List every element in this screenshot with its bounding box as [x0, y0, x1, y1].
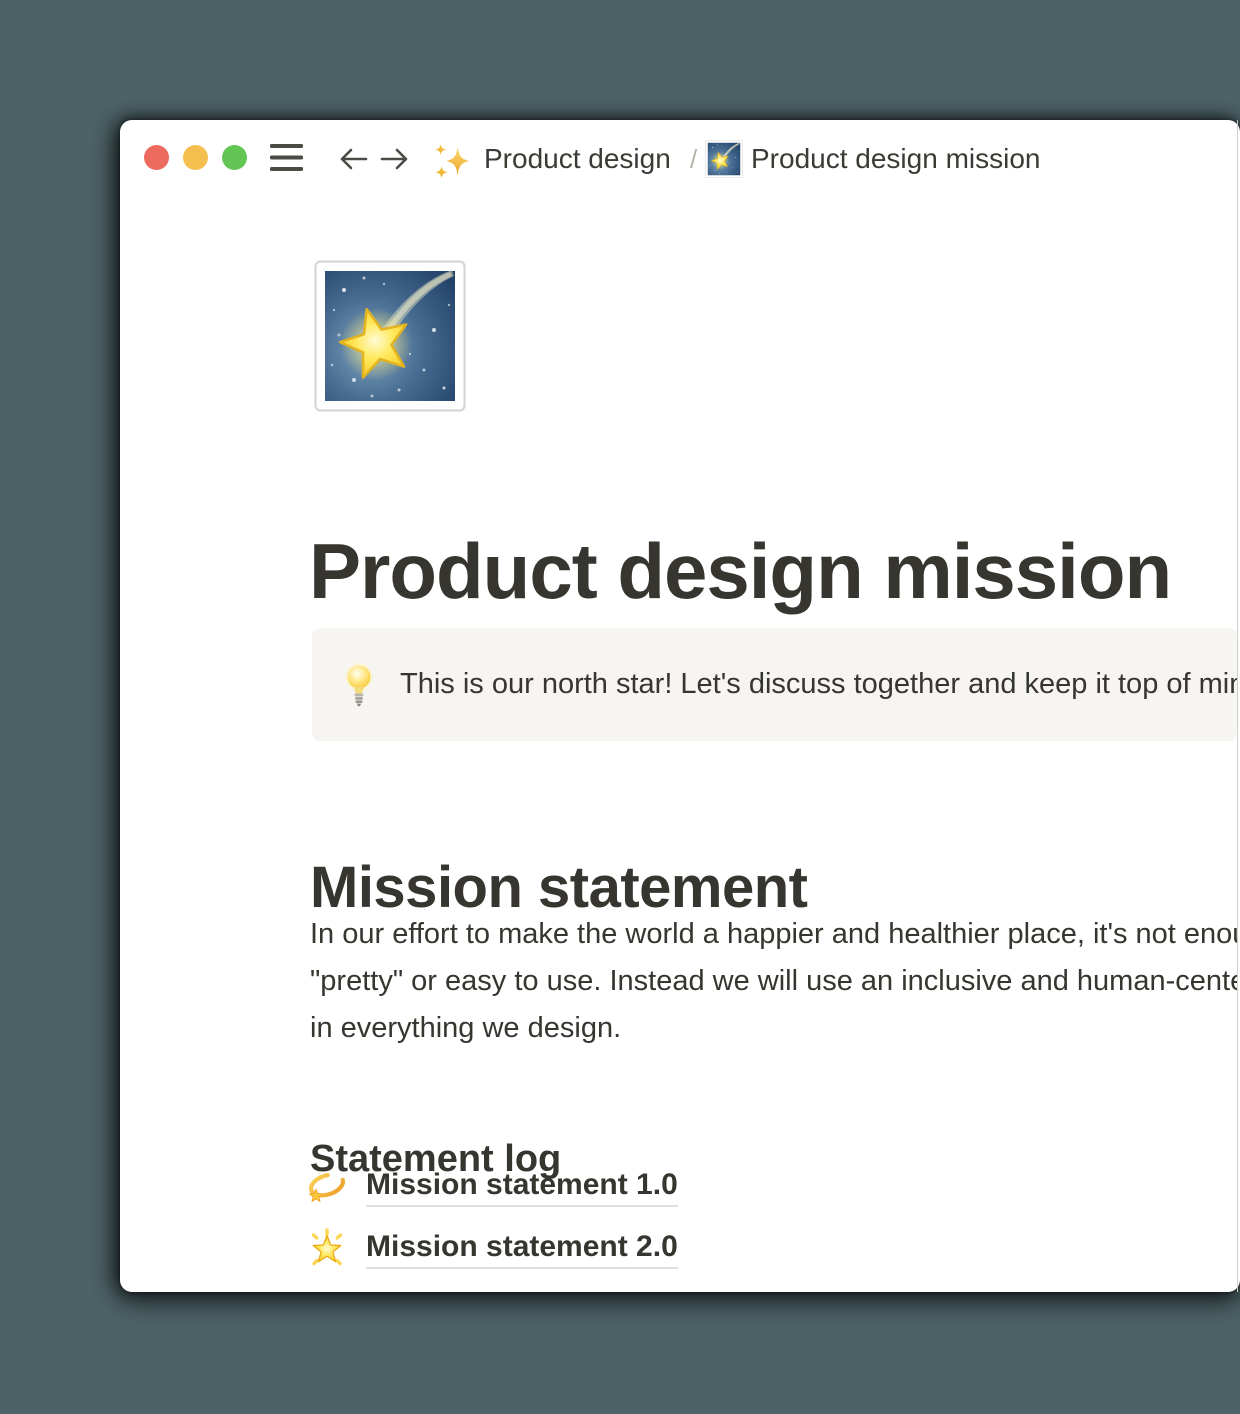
shooting-star-thumbnail-icon [705, 140, 743, 178]
callout-block[interactable]: This is our north star! Let's discuss to… [312, 628, 1237, 741]
traffic-light-close[interactable] [144, 145, 169, 170]
mission-paragraph[interactable]: In our effort to make the world a happie… [310, 911, 1237, 1052]
window-right-edge [1237, 120, 1238, 1292]
breadcrumb-current[interactable]: Product design mission [751, 142, 1040, 176]
page-link-mission-statement-1[interactable]: Mission statement 1.0 [366, 1168, 678, 1207]
page-title[interactable]: Product design mission [309, 532, 1171, 610]
sparkles-icon [433, 141, 471, 183]
titlebar: Product design / Product design mission [120, 120, 1237, 200]
desktop-background: Product design / Product design mission … [0, 0, 1240, 1414]
menu-icon[interactable] [270, 144, 303, 172]
paragraph-line: in everything we design. [310, 1005, 1237, 1052]
app-window: Product design / Product design mission … [120, 120, 1240, 1292]
dizzy-star-icon [306, 1166, 348, 1208]
breadcrumb-parent[interactable]: Product design [484, 142, 671, 176]
traffic-light-zoom[interactable] [222, 145, 247, 170]
breadcrumb-separator: / [690, 142, 697, 176]
forward-arrow-icon[interactable] [379, 146, 410, 172]
back-arrow-icon[interactable] [338, 146, 369, 172]
window-content: Product design / Product design mission … [120, 120, 1237, 1292]
mission-statement-heading[interactable]: Mission statement [310, 859, 808, 917]
light-bulb-icon [344, 662, 374, 708]
shooting-star-page-icon[interactable] [314, 260, 466, 412]
page-link-row: Mission statement 2.0 [306, 1225, 678, 1273]
traffic-light-minimize[interactable] [183, 145, 208, 170]
paragraph-line: In our effort to make the world a happie… [310, 911, 1237, 958]
page-link-mission-statement-2[interactable]: Mission statement 2.0 [366, 1230, 678, 1269]
glowing-star-icon [306, 1228, 348, 1270]
page-link-row: Mission statement 1.0 [306, 1163, 678, 1211]
paragraph-line: "pretty" or easy to use. Instead we will… [310, 958, 1237, 1005]
callout-text: This is our north star! Let's discuss to… [400, 668, 1237, 701]
